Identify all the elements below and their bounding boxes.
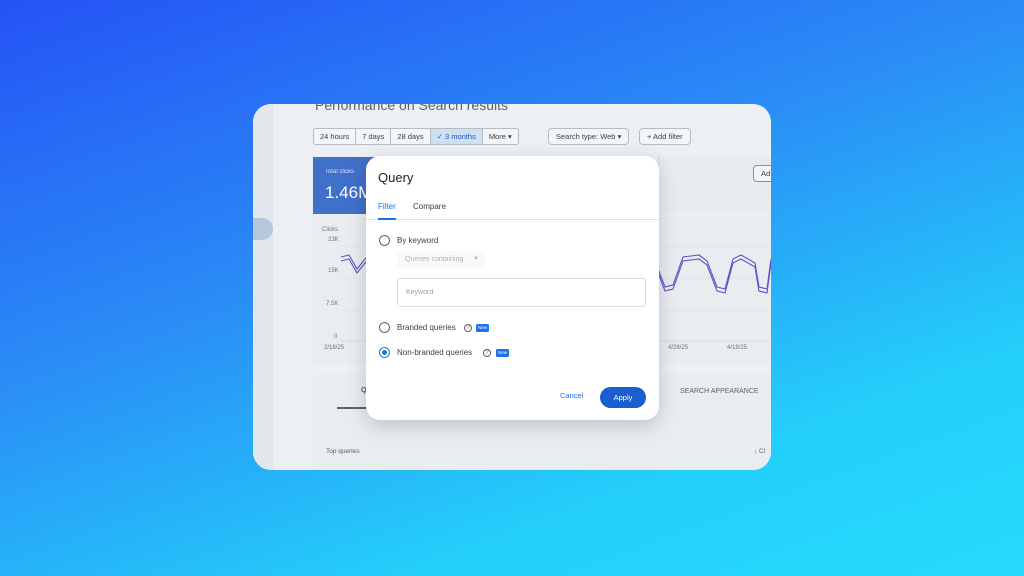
help-icon[interactable]: ? <box>464 324 472 332</box>
caret-down-icon: ▼ <box>473 256 479 262</box>
tab-search-appearance[interactable]: SEARCH APPEARANCE <box>680 388 759 395</box>
more-label: More <box>488 132 506 141</box>
tab-filter[interactable]: Filter <box>378 202 396 211</box>
chip-7-days[interactable]: 7 days <box>355 128 392 145</box>
chip-3-months-label: 3 months <box>444 132 476 141</box>
cancel-button[interactable]: Cancel <box>560 391 583 400</box>
add-filter-button[interactable]: + Add filter <box>639 128 691 145</box>
match-type-select[interactable]: Queries containing ▼ <box>397 251 485 268</box>
option-label-branded-queries: Branded queries <box>397 323 456 332</box>
more-dropdown[interactable]: More ▾ <box>481 128 519 145</box>
chip-3-months[interactable]: ✓ 3 months <box>429 128 483 145</box>
active-tab-indicator <box>378 218 396 220</box>
dialog-tabs: Filter Compare <box>366 199 659 220</box>
apply-button[interactable]: Apply <box>600 387 646 408</box>
clicks-series-line <box>340 254 370 270</box>
side-action-button[interactable]: Ad <box>753 165 771 182</box>
option-label-non-branded-queries: Non-branded queries <box>397 348 473 357</box>
dialog-title: Query <box>378 170 414 185</box>
search-type-label: Search type: Web <box>556 132 616 141</box>
left-nav-strip <box>253 104 273 470</box>
caret-down-icon: ▾ <box>508 132 512 141</box>
check-icon: ✓ <box>436 132 445 141</box>
tab-compare[interactable]: Compare <box>413 202 446 211</box>
search-type-dropdown[interactable]: Search type: Web ▾ <box>548 128 630 145</box>
radio-branded-queries[interactable] <box>379 322 390 333</box>
metric-label: Total clicks <box>325 169 355 175</box>
match-type-value: Queries containing <box>405 256 464 263</box>
page-title: Performance on Search results <box>315 104 508 113</box>
option-label-by-keyword: By keyword <box>397 236 439 245</box>
chip-28-days[interactable]: 28 days <box>390 128 431 145</box>
new-badge: New <box>476 324 490 332</box>
query-filter-dialog: Query Filter Compare By keyword Queries … <box>366 156 659 420</box>
radio-non-branded-queries[interactable] <box>379 347 390 358</box>
new-badge: New <box>496 349 510 357</box>
caret-down-icon: ▾ <box>617 132 622 141</box>
help-icon[interactable]: ? <box>483 349 491 357</box>
sort-clicks-header[interactable]: ↓ Cl <box>754 448 765 455</box>
table-header-top-queries: Top queries <box>326 448 360 455</box>
keyword-input[interactable] <box>397 278 646 307</box>
radio-by-keyword[interactable] <box>379 235 390 246</box>
date-range-chips: 24 hours 7 days 28 days ✓ 3 months More … <box>313 128 519 145</box>
chip-24-hours[interactable]: 24 hours <box>313 128 357 145</box>
